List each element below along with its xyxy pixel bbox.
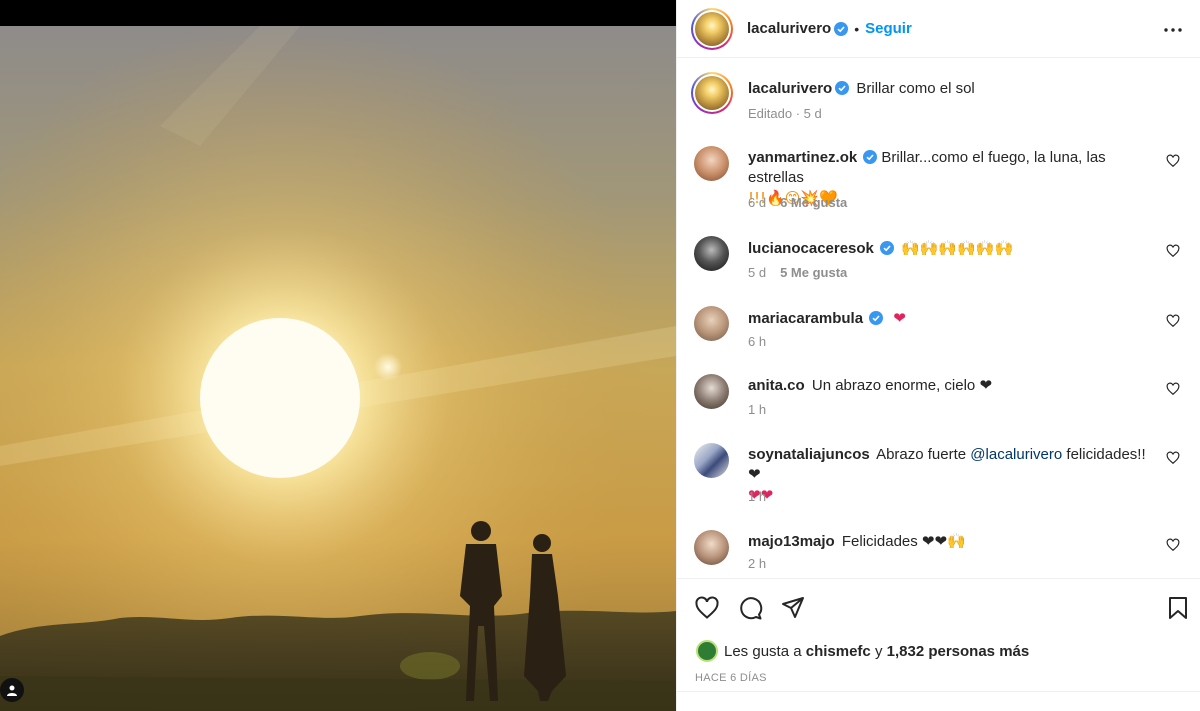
likes-count[interactable]: 1,832 personas más: [887, 643, 1030, 660]
liker-avatar[interactable]: [696, 640, 718, 662]
commenter-avatar[interactable]: [694, 236, 729, 271]
heart-icon[interactable]: [1166, 451, 1180, 465]
author-username[interactable]: lacalurivero: [747, 20, 831, 37]
separator-dot: •: [854, 20, 860, 37]
verified-icon: [835, 81, 850, 95]
commenter-avatar[interactable]: [694, 443, 729, 478]
heart-icon[interactable]: [1166, 538, 1180, 552]
bookmark-icon[interactable]: [1165, 595, 1191, 621]
comment-body: Un abrazo enorme, cielo ❤: [811, 377, 993, 394]
comment-time: 6 d: [748, 195, 767, 210]
comment-body: Abrazo fuerte: [876, 446, 967, 463]
heart-icon[interactable]: [694, 595, 720, 621]
likes-summary: Les gusta a chismefc y 1,832 personas má…: [696, 640, 1029, 662]
comment-text: lucianocaceresok 🙌🙌🙌🙌🙌🙌: [748, 238, 1158, 259]
comment-body: ❤: [893, 309, 906, 327]
liker-username[interactable]: chismefc: [806, 643, 871, 660]
comment-username[interactable]: majo13majo: [748, 533, 835, 550]
caption-text-row: lacalurivero Brillar como el sol: [748, 80, 975, 97]
comment-text: anita.co Un abrazo enorme, cielo ❤: [748, 376, 1158, 396]
comment-body: 🙌🙌🙌🙌🙌🙌: [901, 239, 1014, 257]
comment-likes[interactable]: 6 Me gusta: [780, 195, 847, 210]
post-detail-panel: lacalurivero • Seguir lacalurivero Brill…: [676, 0, 1200, 711]
heart-icon[interactable]: [1166, 382, 1180, 396]
caption-username[interactable]: lacalurivero: [748, 80, 832, 97]
share-icon[interactable]: [780, 595, 806, 621]
comment-time: 5 d: [748, 265, 767, 280]
action-buttons: [694, 595, 806, 621]
comment-username[interactable]: lucianocaceresok: [748, 240, 874, 257]
likes-prefix: Les gusta a: [724, 642, 802, 660]
comment-text: soynataliajuncos Abrazo fuerte @lacaluri…: [748, 445, 1158, 506]
verified-icon: [869, 311, 884, 325]
caption-meta: Editado · 5 d: [748, 106, 822, 121]
comment-icon[interactable]: [737, 595, 763, 621]
verified-icon: [879, 241, 894, 255]
comment-meta: 1 h: [748, 402, 766, 417]
caption-text: Brillar como el sol: [856, 80, 975, 97]
comment-meta: 5 d 5 Me gusta: [748, 265, 847, 280]
verified-icon: [834, 21, 849, 36]
user-tag-icon[interactable]: [0, 678, 24, 702]
comment-meta: 6 h: [748, 334, 766, 349]
likes-joiner: y: [874, 642, 883, 660]
post-timestamp: HACE 6 DÍAS: [695, 672, 767, 684]
comment-meta: 1 h: [748, 489, 766, 504]
comment-body: Felicidades ❤❤🙌: [841, 533, 966, 550]
sunset-image: [0, 26, 676, 711]
comment-meta: 6 d 6 Me gusta: [748, 195, 847, 210]
comment-likes[interactable]: 5 Me gusta: [780, 265, 847, 280]
author-avatar[interactable]: [691, 7, 733, 50]
divider: [677, 691, 1200, 692]
comment-meta: 2 h: [748, 556, 766, 571]
caption-avatar[interactable]: [691, 72, 733, 114]
comment-text: majo13majo Felicidades ❤❤🙌: [748, 532, 1158, 552]
commenter-avatar[interactable]: [694, 306, 729, 341]
comment-time: 6 h: [748, 334, 767, 349]
verified-icon: [863, 150, 878, 164]
comment-time: 2 h: [748, 556, 767, 571]
heart-icon[interactable]: [1166, 244, 1180, 258]
post-header: lacalurivero • Seguir: [677, 0, 1200, 58]
follow-button[interactable]: Seguir: [865, 20, 912, 37]
comment-username[interactable]: soynataliajuncos: [748, 446, 870, 463]
commenter-avatar[interactable]: [694, 374, 729, 409]
comment-mention[interactable]: @lacalurivero: [970, 446, 1062, 463]
post-photo[interactable]: [0, 0, 676, 711]
commenter-avatar[interactable]: [694, 530, 729, 565]
more-icon[interactable]: [1161, 18, 1185, 42]
comment-time: 1 h: [748, 489, 767, 504]
commenter-avatar[interactable]: [694, 146, 729, 181]
comment-username[interactable]: yanmartinez.ok: [748, 149, 857, 166]
photo-top-bar: [0, 0, 676, 26]
heart-icon[interactable]: [1166, 154, 1180, 168]
heart-icon[interactable]: [1166, 314, 1180, 328]
comment-username[interactable]: mariacarambula: [748, 310, 863, 327]
post-actions-section: Les gusta a chismefc y 1,832 personas má…: [677, 578, 1200, 711]
comment-time: 1 h: [748, 402, 767, 417]
comment-username[interactable]: anita.co: [748, 377, 805, 394]
comment-text: mariacarambula ❤: [748, 308, 1158, 329]
